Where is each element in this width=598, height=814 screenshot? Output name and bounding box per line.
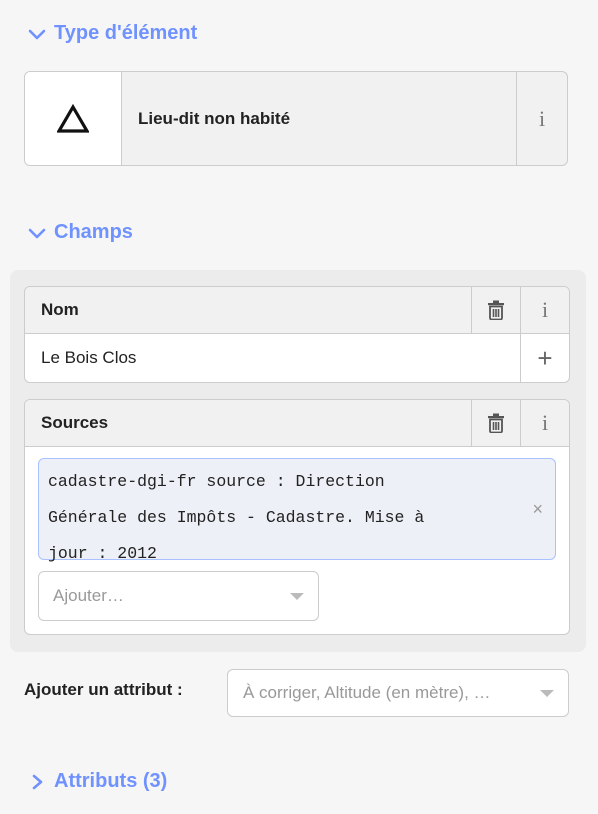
name-field: Nom i Le Bois Clos + xyxy=(24,286,570,383)
name-field-info-button[interactable]: i xyxy=(520,287,569,333)
preset-name[interactable]: Lieu-dit non habité xyxy=(122,72,516,165)
sources-field-label: Sources xyxy=(41,413,109,432)
sources-add-placeholder: Ajouter… xyxy=(53,586,124,605)
sources-field: Sources i cadastre-dgi-fr source: Direc… xyxy=(24,399,570,635)
add-attribute-combo[interactable]: À corriger, Altitude (en mètre), … xyxy=(227,669,569,717)
preset-selector[interactable]: Lieu-dit non habité i xyxy=(24,71,568,166)
info-icon: i xyxy=(541,410,549,435)
inspector-panel: Type d'élément Lieu-dit non habité i Cha… xyxy=(0,0,598,814)
preset-icon-cell[interactable] xyxy=(25,72,122,165)
fields-container: Nom i Le Bois Clos + Sources i cadastre-… xyxy=(10,270,586,652)
chevron-down-icon xyxy=(28,29,46,39)
trash-icon xyxy=(488,413,504,433)
sources-body: cadastre-dgi-fr source : Direction Génér… xyxy=(25,447,569,634)
sources-add-combo[interactable]: Ajouter… xyxy=(38,571,319,621)
sources-field-delete-button[interactable] xyxy=(471,400,520,446)
preset-info-button[interactable]: i xyxy=(516,72,567,165)
add-attribute-label: Ajouter un attribut : xyxy=(24,680,183,699)
chip-remove-icon[interactable]: × xyxy=(532,491,543,527)
name-field-header: Nom i xyxy=(25,287,569,334)
add-attribute-placeholder: À corriger, Altitude (en mètre), … xyxy=(243,683,491,702)
attributes-section-title: Attributs (3) xyxy=(54,770,168,792)
name-input[interactable]: Le Bois Clos xyxy=(25,334,520,382)
name-field-delete-button[interactable] xyxy=(471,287,520,333)
sources-field-info-button[interactable]: i xyxy=(520,400,569,446)
sources-field-header: Sources i xyxy=(25,400,569,447)
name-field-label: Nom xyxy=(41,300,79,319)
add-localized-name-button[interactable]: + xyxy=(520,334,569,382)
caret-down-icon xyxy=(540,689,554,697)
preset-section-toggle[interactable]: Type d'élément xyxy=(28,22,197,45)
source-chip-line: Générale des Impôts - Cadastre. Mise à xyxy=(48,508,425,527)
fields-section-title: Champs xyxy=(54,221,133,243)
chevron-down-icon xyxy=(28,228,46,238)
source-chip-line: cadastre-dgi-fr source : Direction xyxy=(48,472,385,491)
fields-section-toggle[interactable]: Champs xyxy=(28,221,133,244)
info-icon: i xyxy=(541,297,549,322)
source-chip-line: jour : 2012 xyxy=(48,544,157,563)
name-field-row: Le Bois Clos + xyxy=(25,334,569,382)
source-chip[interactable]: cadastre-dgi-fr source : Direction Génér… xyxy=(38,458,556,563)
caret-down-icon xyxy=(290,592,304,600)
triangle-outline-icon xyxy=(57,103,89,133)
chevron-right-icon xyxy=(32,774,43,789)
preset-section-title: Type d'élément xyxy=(54,22,198,44)
attributes-section-toggle[interactable]: Attributs (3) xyxy=(28,770,167,793)
trash-icon xyxy=(488,300,504,320)
